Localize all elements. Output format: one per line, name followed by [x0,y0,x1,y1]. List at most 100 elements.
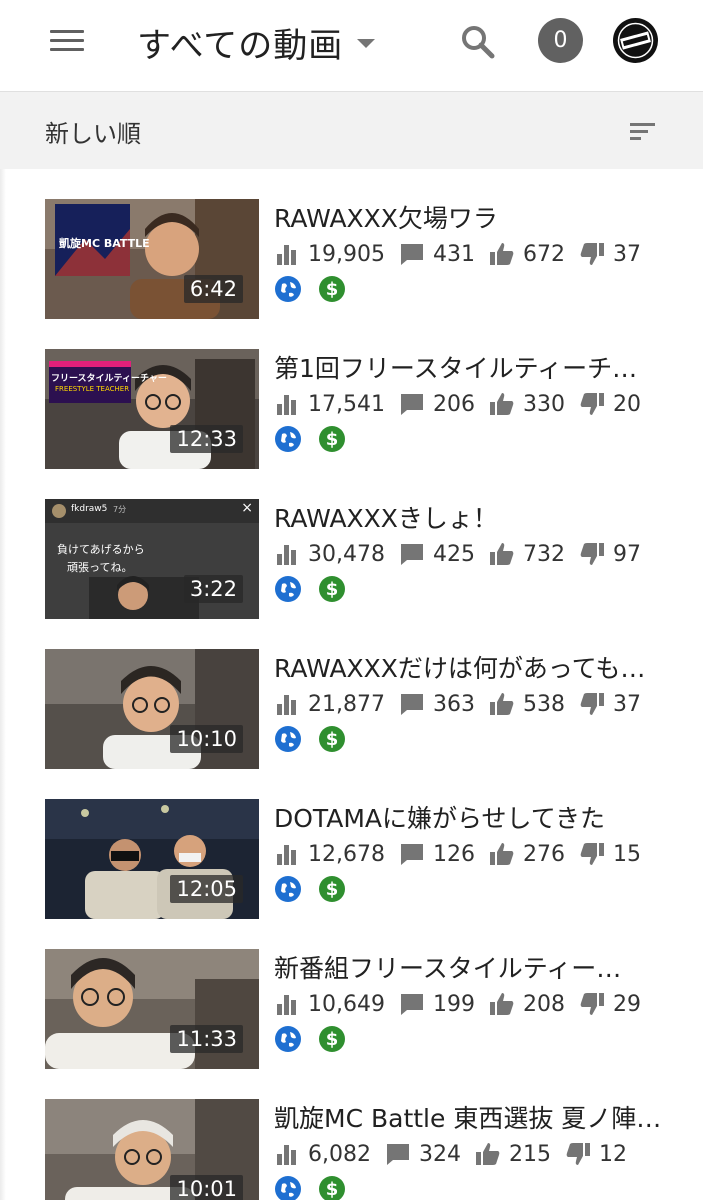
menu-icon[interactable] [50,28,86,54]
video-title[interactable]: RAWAXXX欠場ワラ [274,199,664,235]
video-thumbnail[interactable]: 凱旋MC BATTLE 6:42 [45,199,259,319]
comment-icon [386,1144,409,1165]
video-title[interactable]: RAWAXXXきしょ！ [274,499,664,535]
thumbs-up-icon [489,693,514,715]
views-stat: 6,082 [274,1141,371,1167]
thumbnail-banner-text: フリースタイルティーチャー [51,374,167,384]
dollar-icon: $ [319,276,345,302]
video-row[interactable]: 12:05 DOTAMAに嫌がらせしてきた 12,678 126 276 15 [0,769,703,919]
view-count: 30,478 [308,541,385,567]
views-stat: 17,541 [274,391,385,417]
video-title[interactable]: RAWAXXXだけは何があっても… [274,649,664,685]
video-stats: 12,678 126 276 15 [274,839,655,869]
caret-down-icon [357,38,376,48]
video-thumbnail[interactable]: フリースタイルティーチャー FREESTYLE TEACHER 12:33 [45,349,259,469]
video-thumbnail[interactable]: fkdraw5 7分 × 負けてあげるから 頑張ってね。 3:22 [45,499,259,619]
top-app-bar: すべての動画 0 [0,0,703,92]
video-title[interactable]: DOTAMAに嫌がらせしてきた [274,799,664,835]
video-row[interactable]: 10:01 凱旋MC Battle 東西選抜 夏ノ陣… 6,082 324 21… [0,1069,703,1200]
dislike-count: 37 [612,241,641,267]
bar-chart-icon [277,845,296,865]
dislike-count: 15 [612,841,641,867]
video-duration: 12:05 [170,875,243,903]
thumbnail-logo-text: 凱旋MC BATTLE [59,237,150,250]
comments-stat: 425 [399,541,475,567]
video-row[interactable]: 凱旋MC BATTLE 6:42 RAWAXXX欠場ワラ 19,905 431 … [0,169,703,319]
avatar-logo [614,19,657,62]
video-stats: 10,649 199 208 29 [274,989,655,1019]
thumbs-up-icon [489,993,514,1015]
views-stat: 21,877 [274,691,385,717]
video-badges: $ [275,876,363,902]
dollar-icon: $ [319,876,345,902]
video-title[interactable]: 新番組フリースタイルティー… [274,949,664,985]
video-thumbnail[interactable]: 10:01 [45,1099,259,1200]
thumbs-down-icon [580,243,604,265]
thumbs-up-icon [489,393,514,415]
story-message-line-2: 頑張ってね。 [67,561,133,574]
globe-icon [275,726,301,752]
dollar-icon: $ [319,426,345,452]
comments-stat: 199 [399,991,475,1017]
video-title[interactable]: 第1回フリースタイルティーチ… [274,349,664,385]
dislike-count: 37 [612,691,641,717]
globe-icon [275,1176,301,1200]
channel-avatar[interactable] [613,18,658,63]
dislike-count: 29 [612,991,641,1017]
video-duration: 6:42 [183,275,243,303]
dollar-icon: $ [319,1176,345,1200]
view-count: 6,082 [308,1141,371,1167]
globe-icon [275,576,301,602]
video-row[interactable]: fkdraw5 7分 × 負けてあげるから 頑張ってね。 3:22 RAWAXX… [0,469,703,619]
comment-count: 363 [432,691,475,717]
dislike-count: 12 [598,1141,627,1167]
video-filter-dropdown[interactable]: すべての動画 [137,18,376,66]
video-thumbnail[interactable]: 10:10 [45,649,259,769]
story-username: fkdraw5 [71,504,108,514]
dollar-icon: $ [319,576,345,602]
bar-chart-icon [277,1145,296,1165]
video-row[interactable]: 10:10 RAWAXXXだけは何があっても… 21,877 363 538 3… [0,619,703,769]
video-badges: $ [275,726,363,752]
notification-count-badge[interactable]: 0 [538,18,583,63]
globe-icon [275,1026,301,1052]
dislike-count: 97 [612,541,641,567]
video-duration: 11:33 [170,1025,243,1053]
video-row[interactable]: 11:33 新番組フリースタイルティー… 10,649 199 208 29 $ [0,919,703,1069]
dislikes-stat: 97 [579,541,641,567]
video-thumbnail[interactable]: 11:33 [45,949,259,1069]
dislikes-stat: 15 [579,841,641,867]
like-count: 538 [522,691,565,717]
comment-count: 199 [432,991,475,1017]
search-icon[interactable] [458,22,498,62]
views-stat: 19,905 [274,241,385,267]
comment-count: 206 [432,391,475,417]
dislike-count: 20 [612,391,641,417]
video-row[interactable]: フリースタイルティーチャー FREESTYLE TEACHER 12:33 第1… [0,319,703,469]
video-badges: $ [275,1176,363,1200]
video-thumbnail[interactable]: 12:05 [45,799,259,919]
globe-icon [275,426,301,452]
view-count: 10,649 [308,991,385,1017]
sort-order-label[interactable]: 新しい順 [45,114,141,149]
views-stat: 12,678 [274,841,385,867]
globe-icon [275,876,301,902]
comment-icon [400,844,423,865]
dislikes-stat: 20 [579,391,641,417]
thumbs-up-icon [475,1143,500,1165]
like-count: 276 [522,841,565,867]
like-count: 330 [522,391,565,417]
comment-count: 126 [432,841,475,867]
thumbnail-banner-subtext: FREESTYLE TEACHER [55,385,130,393]
video-duration: 12:33 [170,425,243,453]
sort-bar: 新しい順 [0,92,703,169]
notification-count: 0 [553,28,568,53]
thumbs-up-icon [489,243,514,265]
sort-icon[interactable] [630,122,656,142]
video-title[interactable]: 凱旋MC Battle 東西選抜 夏ノ陣… [274,1099,664,1135]
thumbs-down-icon [580,393,604,415]
likes-stat: 672 [489,241,565,267]
comments-stat: 126 [399,841,475,867]
video-badges: $ [275,276,363,302]
comment-count: 324 [418,1141,461,1167]
